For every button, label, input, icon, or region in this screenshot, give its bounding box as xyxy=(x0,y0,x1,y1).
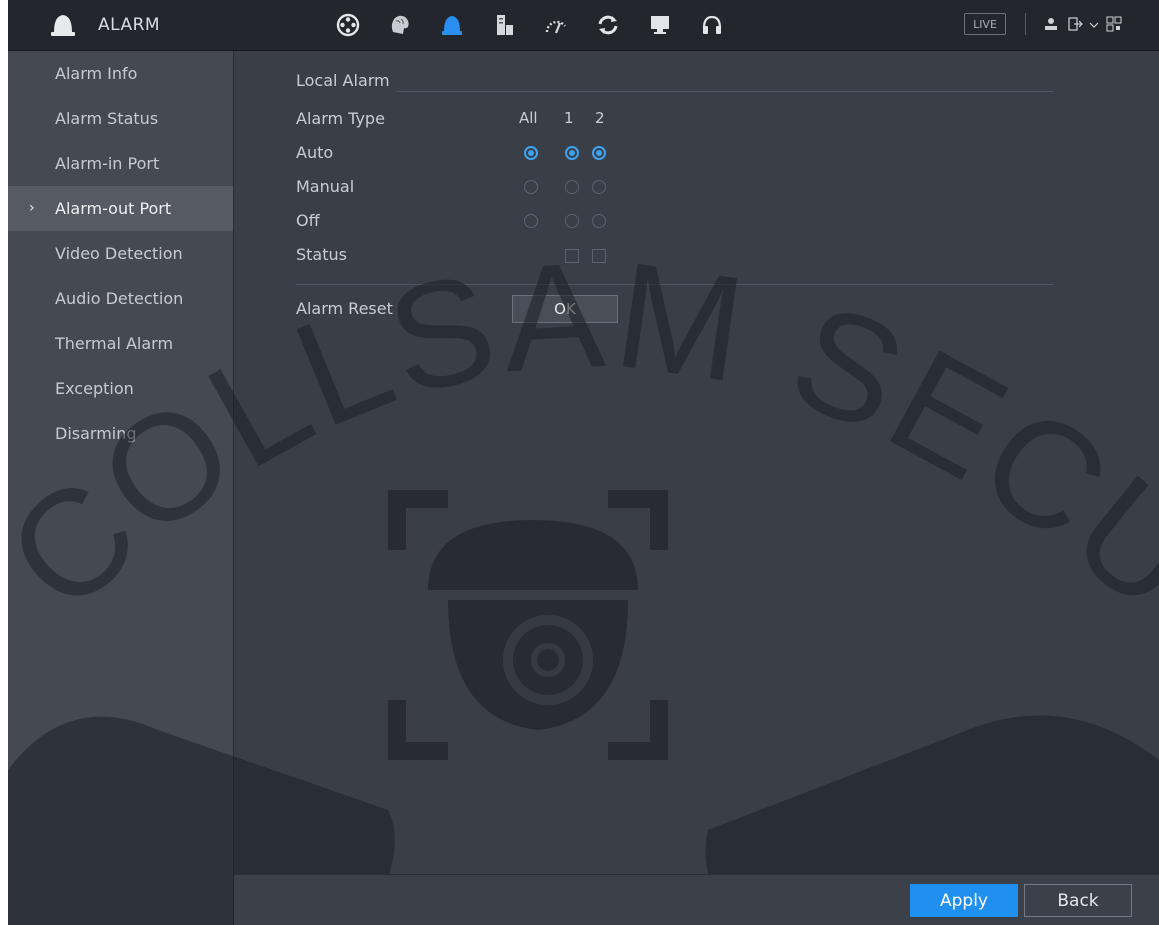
radio-auto-all[interactable] xyxy=(524,146,538,160)
radio-auto-1[interactable] xyxy=(565,146,579,160)
alarm-bell-icon[interactable] xyxy=(432,8,472,42)
radio-manual-all[interactable] xyxy=(524,180,538,194)
user-icon[interactable] xyxy=(1041,14,1061,34)
column-header-2: 2 xyxy=(595,109,605,127)
column-header-1: 1 xyxy=(564,109,574,127)
sidebar-item-alarm-out-port[interactable]: › Alarm-out Port xyxy=(8,186,233,231)
page-title: ALARM xyxy=(98,15,161,35)
sidebar-item-label: Exception xyxy=(55,379,134,398)
radio-off-1[interactable] xyxy=(565,214,579,228)
sidebar-item-label: Video Detection xyxy=(55,244,183,263)
sidebar-item-label: Alarm-in Port xyxy=(55,154,160,173)
storage-icon[interactable] xyxy=(484,8,524,42)
apply-button[interactable]: Apply xyxy=(910,884,1018,917)
main-menu-icons xyxy=(328,8,732,42)
alarm-reset-ok-button[interactable]: OK xyxy=(512,295,618,323)
camera-reel-icon[interactable] xyxy=(328,8,368,42)
back-button[interactable]: Back xyxy=(1024,884,1132,917)
sidebar-item-alarm-in-port[interactable]: Alarm-in Port xyxy=(8,141,233,186)
radio-auto-2[interactable] xyxy=(592,146,606,160)
radio-off-2[interactable] xyxy=(592,214,606,228)
section-divider xyxy=(296,284,1054,285)
bottom-bar: Apply Back xyxy=(234,874,1159,925)
chevron-right-icon: › xyxy=(29,200,35,216)
sidebar-item-audio-detection[interactable]: Audio Detection xyxy=(8,276,233,321)
sidebar-item-label: Disarming xyxy=(55,424,137,443)
sidebar: Alarm Info Alarm Status Alarm-in Port › … xyxy=(8,51,234,925)
radio-manual-1[interactable] xyxy=(565,180,579,194)
section-title: Local Alarm xyxy=(296,71,390,90)
gauge-icon[interactable] xyxy=(536,8,576,42)
main-panel: Local Alarm Alarm Type All 1 2 Auto Manu… xyxy=(234,51,1159,925)
section-divider xyxy=(396,91,1054,92)
toolbar-divider xyxy=(1025,13,1026,35)
alarm-icon xyxy=(51,15,75,36)
qr-code-icon[interactable] xyxy=(1104,14,1124,34)
logout-icon[interactable] xyxy=(1066,14,1086,34)
status-checkbox-1[interactable] xyxy=(565,249,579,263)
status-label: Status xyxy=(296,245,347,264)
sidebar-item-label: Alarm Status xyxy=(55,109,159,128)
sidebar-item-exception[interactable]: Exception xyxy=(8,366,233,411)
column-header-all: All xyxy=(519,109,538,127)
sidebar-item-alarm-info[interactable]: Alarm Info xyxy=(8,51,233,96)
sidebar-item-video-detection[interactable]: Video Detection xyxy=(8,231,233,276)
status-checkbox-2[interactable] xyxy=(592,249,606,263)
headset-icon[interactable] xyxy=(692,8,732,42)
brain-icon[interactable] xyxy=(380,8,420,42)
sidebar-item-alarm-status[interactable]: Alarm Status xyxy=(8,96,233,141)
sidebar-item-label: Alarm-out Port xyxy=(55,199,172,218)
monitor-icon[interactable] xyxy=(640,8,680,42)
sidebar-item-disarming[interactable]: Disarming xyxy=(8,411,233,456)
sidebar-item-label: Thermal Alarm xyxy=(55,334,174,353)
top-bar: ALARM LIVE xyxy=(8,0,1159,51)
off-row-label: Off xyxy=(296,211,320,230)
manual-row-label: Manual xyxy=(296,177,355,196)
sidebar-item-label: Alarm Info xyxy=(55,64,138,83)
auto-row-label: Auto xyxy=(296,143,334,162)
radio-off-all[interactable] xyxy=(524,214,538,228)
nvr-window: ALARM LIVE Alarm Info Alarm Status Alarm… xyxy=(8,0,1159,925)
sync-icon[interactable] xyxy=(588,8,628,42)
chevron-down-icon[interactable] xyxy=(1084,14,1104,34)
sidebar-item-thermal-alarm[interactable]: Thermal Alarm xyxy=(8,321,233,366)
alarm-type-label: Alarm Type xyxy=(296,109,385,128)
alarm-reset-label: Alarm Reset xyxy=(296,299,393,318)
radio-manual-2[interactable] xyxy=(592,180,606,194)
live-button[interactable]: LIVE xyxy=(964,13,1006,35)
sidebar-item-label: Audio Detection xyxy=(55,289,184,308)
